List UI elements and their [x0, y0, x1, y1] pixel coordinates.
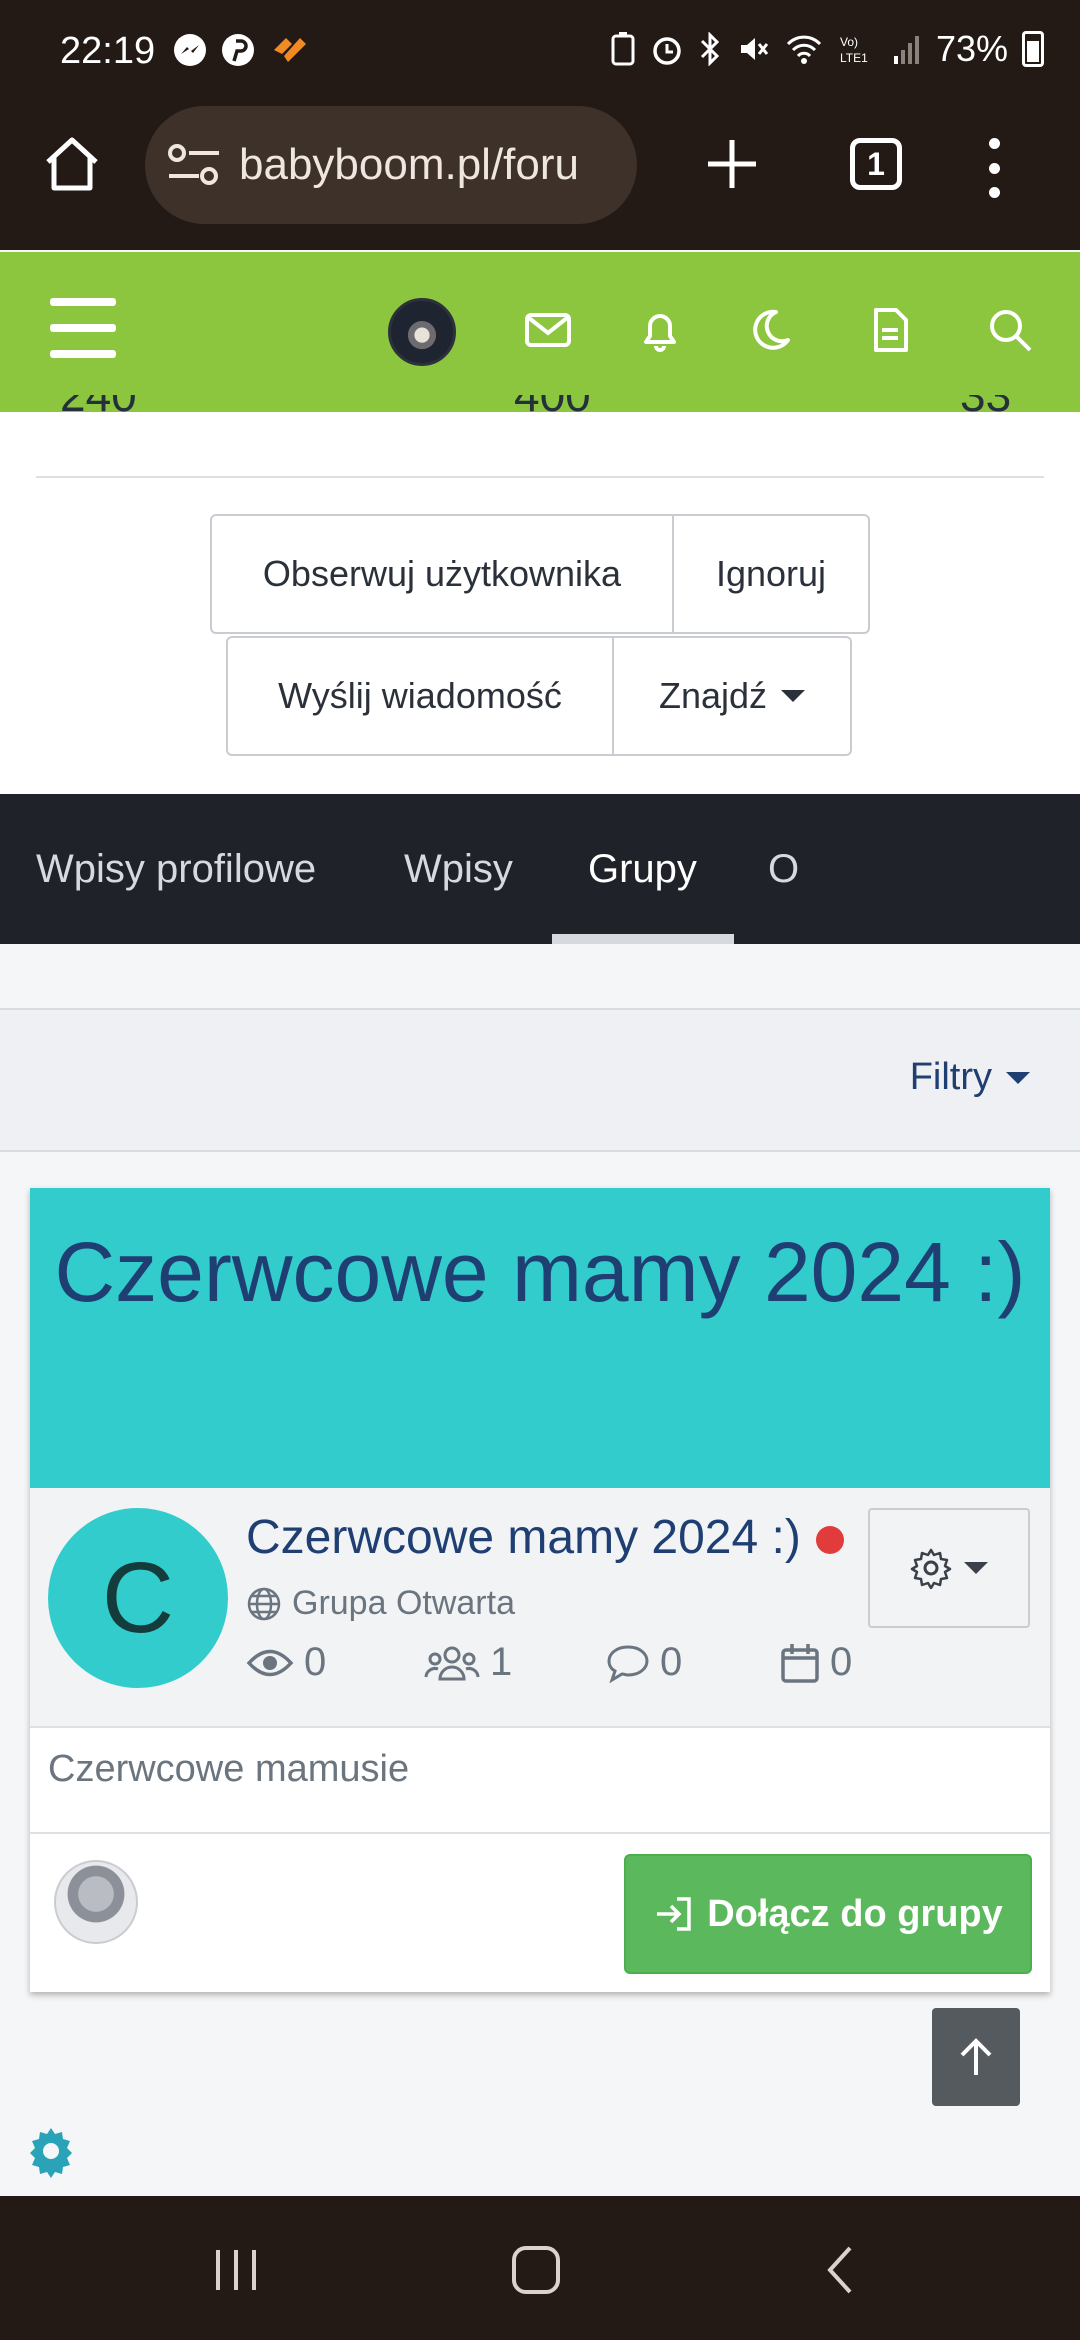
send-message-button[interactable]: Wyślij wiadomość	[226, 636, 614, 756]
group-settings-dropdown[interactable]	[868, 1508, 1030, 1628]
status-time: 22:19	[60, 30, 156, 72]
profile-stat-cut: 400	[514, 395, 591, 417]
chevron-down-icon	[1006, 1071, 1030, 1084]
events-count: 0	[830, 1640, 853, 1684]
address-bar[interactable]: babyboom.pl/foru	[145, 106, 637, 224]
group-card: Czerwcowe mamy 2024 :) C Czerwcowe mamy …	[30, 1188, 1050, 1992]
status-bar: 22:19 Vo) LTE1 73%	[0, 0, 1080, 100]
profile-stat-cut: 240	[60, 395, 137, 417]
group-type-label: Grupa Otwarta	[292, 1584, 515, 1622]
views-count: 0	[304, 1640, 327, 1684]
recent-apps-icon[interactable]	[208, 2242, 264, 2298]
home-button-icon[interactable]	[508, 2242, 564, 2298]
sign-in-icon	[657, 1897, 691, 1931]
profile-action-row-1: Obserwuj użytkownika Ignoruj	[210, 514, 870, 634]
comments-count: 0	[660, 1640, 683, 1684]
alarm-icon	[653, 37, 681, 65]
user-avatar[interactable]	[388, 298, 456, 366]
document-icon[interactable]	[862, 302, 918, 358]
bell-icon[interactable]	[632, 302, 688, 358]
battery-icon	[1022, 31, 1044, 67]
chevron-down-icon	[781, 690, 806, 702]
find-label: Znajdź	[658, 675, 768, 716]
group-description: Czerwcowe mamusie	[48, 1748, 410, 1790]
battery-saver-icon	[611, 32, 635, 66]
back-icon[interactable]	[814, 2242, 870, 2298]
tab-about[interactable]: O	[768, 794, 799, 944]
filters-label: Filtry	[909, 1056, 992, 1098]
system-navigation-bar	[0, 2196, 1080, 2340]
globe-icon	[247, 1587, 281, 1620]
volte-icon: Vo) LTE1	[840, 35, 868, 65]
group-type: Grupa Otwarta	[246, 1584, 515, 1623]
eye-icon	[246, 1649, 294, 1676]
join-group-button[interactable]: Dołącz do grupy	[624, 1854, 1032, 1974]
ignore-button[interactable]: Ignoruj	[674, 514, 870, 634]
more-menu-icon[interactable]	[984, 138, 1004, 198]
group-banner[interactable]: Czerwcowe mamy 2024 :)	[30, 1188, 1050, 1488]
pinterest-icon	[222, 34, 254, 66]
join-group-label: Dołącz do grupy	[707, 1892, 1003, 1935]
filters-dropdown[interactable]: Filtry	[910, 1056, 1030, 1099]
notification-icons	[172, 32, 312, 68]
comment-icon	[607, 1644, 649, 1683]
tab-profile-posts[interactable]: Wpisy profilowe	[36, 794, 316, 944]
system-status: Vo) LTE1 73%	[610, 28, 1044, 70]
divider	[36, 476, 1044, 478]
home-icon[interactable]	[42, 134, 102, 194]
filter-bar: Filtry	[0, 1008, 1080, 1152]
svg-text:LTE1: LTE1	[840, 51, 868, 65]
status-dot	[816, 1526, 844, 1554]
svg-text:Vo): Vo)	[840, 35, 858, 49]
url-text: babyboom.pl/foru	[239, 140, 579, 189]
battery-percent: 73%	[935, 28, 1008, 69]
divider	[30, 1832, 1050, 1834]
signal-icon	[893, 36, 919, 64]
events-stat: 0	[780, 1640, 852, 1685]
gear-icon	[910, 1548, 952, 1589]
group-title[interactable]: Czerwcowe mamy 2024 :)	[246, 1510, 801, 1565]
tab-posts[interactable]: Wpisy	[404, 794, 513, 944]
new-tab-icon[interactable]	[700, 132, 764, 196]
chevron-down-icon	[964, 1562, 988, 1574]
members-count: 1	[490, 1640, 513, 1684]
mute-icon	[740, 38, 769, 60]
users-icon	[424, 1646, 480, 1680]
profile-tabs: Wpisy profilowe Wpisy Grupy O	[0, 794, 1080, 944]
members-stat: 1	[424, 1640, 606, 1685]
site-settings-icon[interactable]	[165, 140, 223, 190]
tab-switcher-button[interactable]: 1	[850, 138, 902, 190]
follow-user-button[interactable]: Obserwuj użytkownika	[210, 514, 674, 634]
group-header: C Czerwcowe mamy 2024 :) Grupa Otwarta 0…	[30, 1488, 1050, 1728]
views-stat: 0	[246, 1640, 424, 1685]
menu-icon[interactable]	[50, 298, 116, 358]
profile-action-row-2: Wyślij wiadomość Znajdź	[226, 636, 852, 756]
find-dropdown-button[interactable]: Znajdź	[614, 636, 852, 756]
comments-stat: 0	[606, 1640, 780, 1685]
wifi-icon	[786, 35, 822, 64]
gear-icon[interactable]	[24, 2124, 78, 2178]
group-stats: 0 1 0 0	[246, 1640, 852, 1685]
member-avatar[interactable]	[54, 1860, 138, 1944]
browser-toolbar: babyboom.pl/foru 1	[0, 100, 1080, 250]
deal-app-icon	[274, 38, 306, 62]
active-tab-indicator	[552, 934, 734, 944]
arrow-up-icon	[960, 2038, 992, 2075]
calendar-icon	[781, 1643, 819, 1683]
mail-icon[interactable]	[520, 302, 576, 358]
tab-groups[interactable]: Grupy	[588, 794, 697, 944]
moon-icon[interactable]	[742, 302, 798, 358]
scroll-to-top-button[interactable]	[932, 2008, 1020, 2106]
bluetooth-icon	[700, 32, 720, 66]
search-icon[interactable]	[982, 302, 1038, 358]
site-header	[0, 252, 1080, 412]
group-avatar[interactable]: C	[48, 1508, 228, 1688]
messenger-icon	[174, 34, 206, 66]
profile-stat-cut: 33	[960, 395, 1011, 417]
